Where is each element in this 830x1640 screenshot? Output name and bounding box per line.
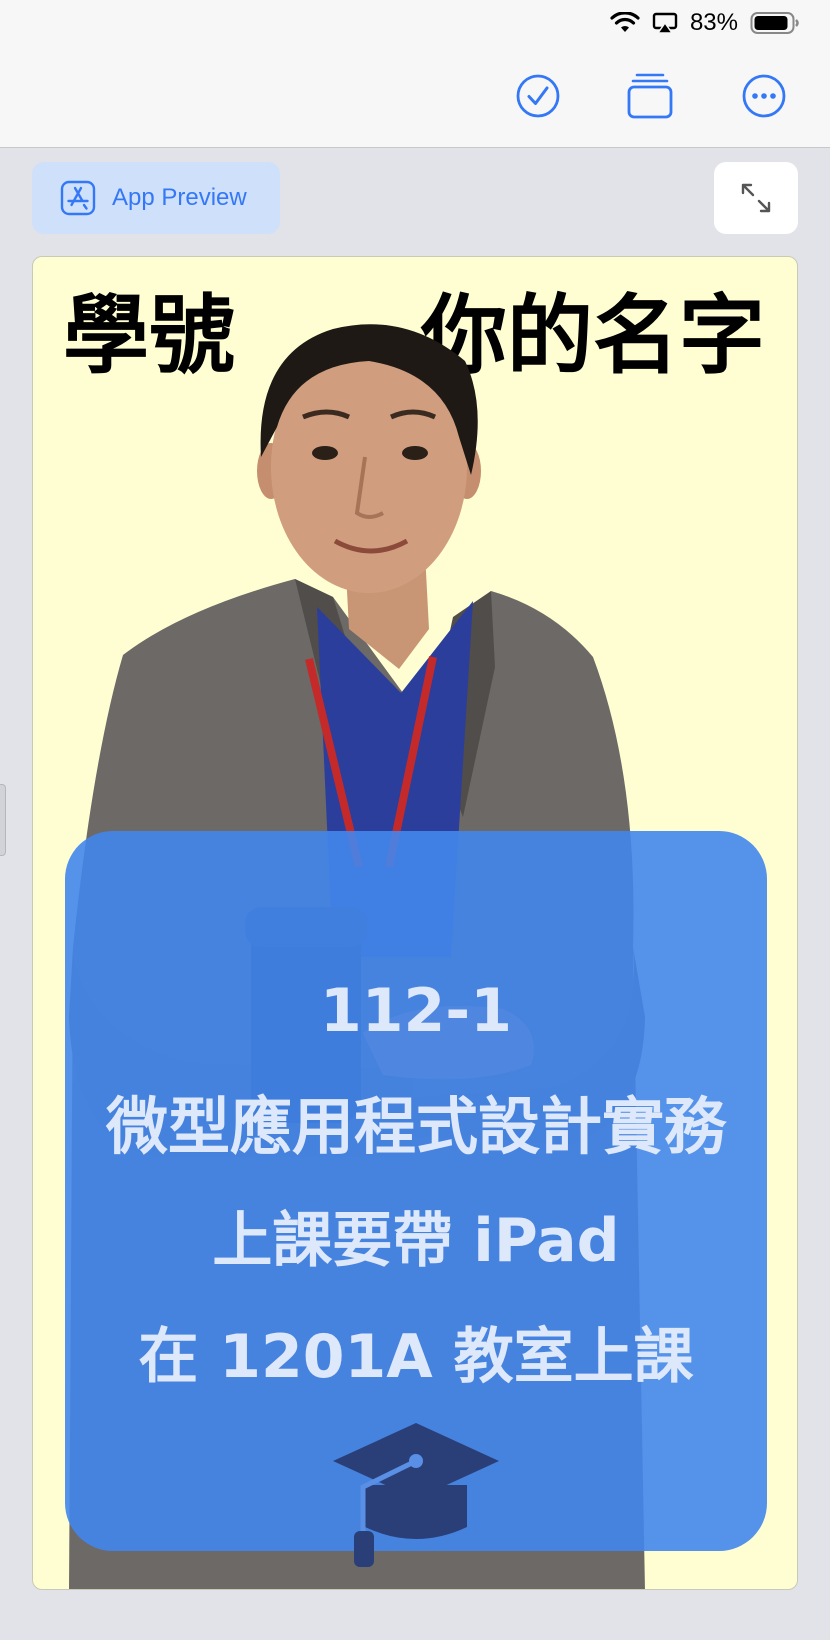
battery-icon [750,12,799,34]
expand-button[interactable] [714,162,798,234]
battery-percentage: 83% [689,9,738,36]
status-indicators: 83% [610,8,800,38]
preview-canvas: 學號 你的名字 112-1 微型應用程式設計實務 上課要帶 iPad 在 120… [32,256,798,1590]
semester-text: 112-1 [320,976,512,1046]
course-title-text: 微型應用程式設計實務 [105,1090,726,1163]
checkmark-circle-icon [516,74,560,118]
expand-arrows-icon [741,183,771,213]
app-store-icon [60,180,96,216]
app-preview-button[interactable]: App Preview [32,162,280,234]
airplay-icon [652,12,678,34]
status-bar: 83% [0,0,830,46]
sidebar-handle[interactable] [0,784,6,856]
app-preview-label: App Preview [112,184,247,211]
classroom-text: 在 1201A 教室上課 [138,1322,694,1392]
stacked-windows-icon [627,73,673,119]
graduation-cap-icon [333,1423,499,1567]
done-button[interactable] [514,72,562,120]
bring-ipad-text: 上課要帶 iPad [212,1206,620,1276]
toolbar [0,46,830,148]
info-card: 112-1 微型應用程式設計實務 上課要帶 iPad 在 1201A 教室上課 [65,831,767,1567]
more-button[interactable] [740,72,788,120]
wifi-icon [610,12,640,32]
windows-button[interactable] [626,72,674,120]
more-ellipsis-icon [742,74,786,118]
